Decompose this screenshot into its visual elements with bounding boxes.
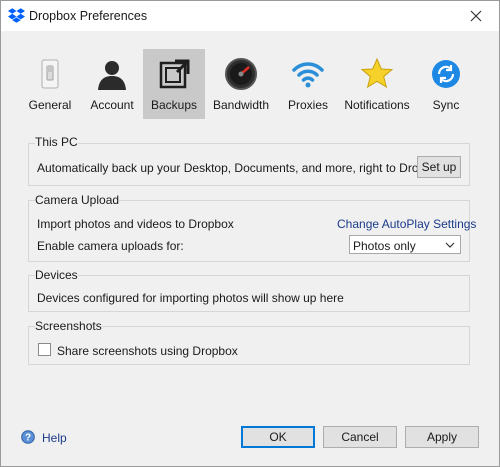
devices-text: Devices configured for importing photos … — [37, 291, 344, 305]
title-bar: Dropbox Preferences — [1, 1, 499, 31]
camera-upload-title: Camera Upload — [35, 193, 120, 207]
svg-text:?: ? — [25, 433, 31, 444]
tab-account-label: Account — [90, 98, 134, 112]
backup-arrow-icon — [159, 59, 190, 89]
tab-proxies-label: Proxies — [287, 98, 328, 112]
help-link[interactable]: Help — [42, 431, 67, 445]
tab-bandwidth-label: Bandwidth — [212, 98, 270, 112]
preferences-tabs: General Account Backups Bandwidth Proxie… — [19, 49, 489, 119]
window-title: Dropbox Preferences — [29, 9, 148, 23]
tab-bandwidth[interactable]: Bandwidth — [205, 49, 277, 119]
close-icon — [470, 10, 482, 22]
tab-notifications-label: Notifications — [344, 98, 410, 112]
tab-general[interactable]: General — [19, 49, 81, 119]
tab-account[interactable]: Account — [81, 49, 143, 119]
close-button[interactable] — [453, 1, 499, 31]
import-photos-text: Import photos and videos to Dropbox — [37, 217, 234, 231]
enable-camera-uploads-label: Enable camera uploads for: — [37, 239, 184, 253]
cancel-button[interactable]: Cancel — [323, 426, 397, 448]
tab-proxies[interactable]: Proxies — [277, 49, 339, 119]
ok-button[interactable]: OK — [241, 426, 315, 448]
help-icon[interactable]: ? — [21, 430, 35, 444]
screenshots-title: Screenshots — [35, 319, 102, 333]
apply-button[interactable]: Apply — [405, 426, 479, 448]
light-switch-icon — [41, 59, 59, 89]
user-silhouette-icon — [98, 61, 126, 90]
this-pc-title: This PC — [35, 135, 78, 149]
speedometer-icon — [225, 58, 257, 90]
tab-general-label: General — [28, 98, 72, 112]
chevron-down-icon — [445, 242, 455, 248]
tab-notifications[interactable]: Notifications — [339, 49, 415, 119]
star-icon — [360, 57, 394, 89]
tab-backups-label: Backups — [150, 98, 198, 112]
camera-uploads-select[interactable]: Photos only — [349, 235, 461, 254]
change-autoplay-link[interactable]: Change AutoPlay Settings — [337, 217, 476, 231]
this-pc-description: Automatically back up your Desktop, Docu… — [37, 161, 445, 175]
tab-backups[interactable]: Backups — [143, 49, 205, 119]
dropbox-logo-icon — [8, 8, 25, 23]
tab-sync[interactable]: Sync — [415, 49, 477, 119]
wifi-icon — [292, 62, 324, 88]
tab-sync-label: Sync — [432, 98, 460, 112]
preferences-window: Dropbox Preferences General Account Back… — [0, 0, 500, 467]
sync-icon — [432, 60, 460, 88]
devices-title: Devices — [35, 268, 78, 282]
camera-uploads-select-value: Photos only — [353, 239, 416, 253]
set-up-button[interactable]: Set up — [417, 156, 461, 178]
share-screenshots-label: Share screenshots using Dropbox — [57, 344, 238, 358]
share-screenshots-checkbox[interactable] — [38, 343, 51, 356]
